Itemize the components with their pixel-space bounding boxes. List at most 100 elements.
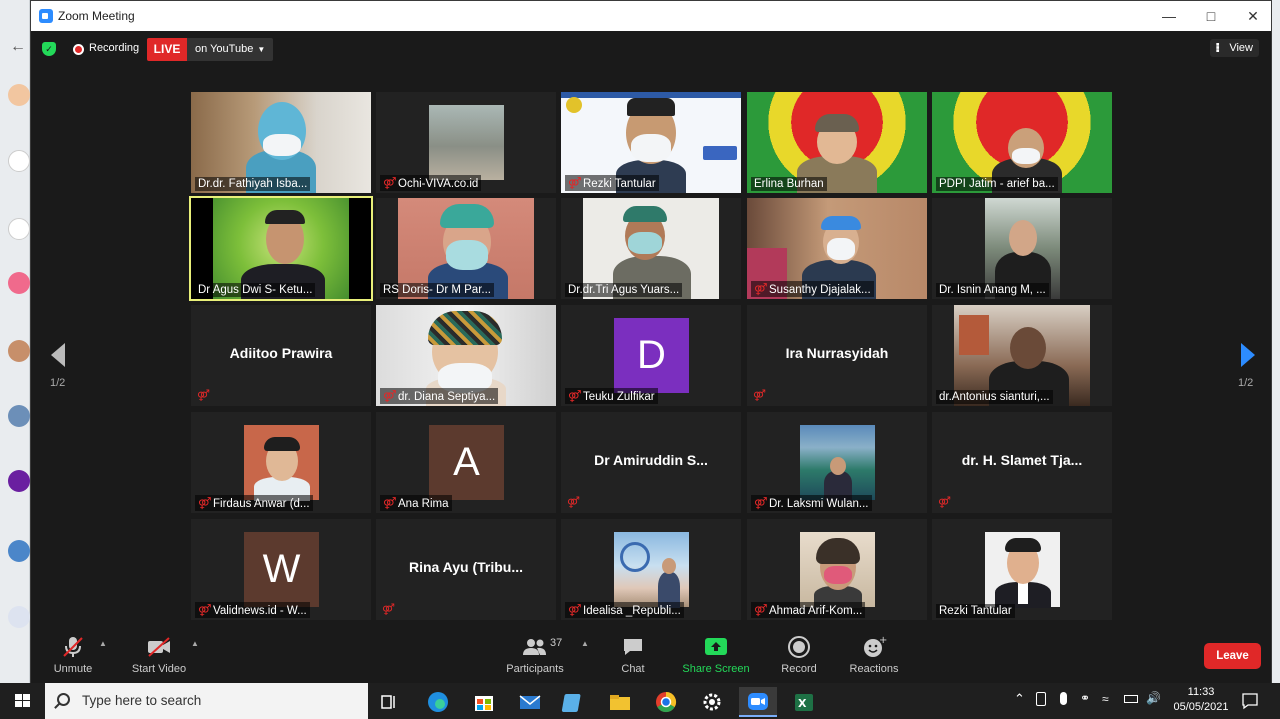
microsoft-store-icon[interactable] bbox=[465, 687, 503, 717]
participant-tile[interactable]: Dr.dr.Tri Agus Yuars... bbox=[561, 198, 741, 299]
muted-mic-icon bbox=[63, 637, 83, 657]
participant-name: Rezki Tantular bbox=[936, 604, 1015, 618]
participant-name: Dr.dr.Tri Agus Yuars... bbox=[565, 283, 683, 297]
meeting-toolbar: Unmute ▲ Start Video ▲ 37 Participants ▲… bbox=[31, 629, 1271, 684]
share-screen-button[interactable]: Share Screen bbox=[676, 635, 756, 675]
taskbar-search-input[interactable]: Type here to search bbox=[45, 683, 368, 719]
caret-down-icon: ▼ bbox=[257, 45, 266, 54]
participant-tile[interactable]: ⚤Dr. Laksmi Wulan... bbox=[747, 412, 927, 513]
meeting-top-bar: ✓ Recording LIVE on YouTube ▼ View bbox=[31, 31, 1271, 69]
app-icon[interactable] bbox=[8, 84, 30, 106]
show-hidden-icons-chevron-icon[interactable]: ⌃ bbox=[1014, 691, 1025, 707]
taskbar-clock[interactable]: 11:33 05/05/2021 bbox=[1166, 685, 1236, 715]
participant-tile[interactable]: Rezki Tantular bbox=[932, 519, 1112, 620]
participant-avatar: D bbox=[614, 318, 689, 393]
participant-tile[interactable]: PDPI Jatim - arief ba... bbox=[932, 92, 1112, 193]
action-center-icon[interactable] bbox=[1240, 683, 1260, 719]
participant-tile[interactable]: Dr Amiruddin S... ⚤ bbox=[561, 412, 741, 513]
participant-tile[interactable]: ⚤Firdaus Anwar (d... bbox=[191, 412, 371, 513]
participant-video bbox=[614, 532, 689, 608]
back-arrow-icon[interactable]: ← bbox=[10, 38, 26, 56]
participant-tile[interactable]: ⚤Rezki Tantular bbox=[561, 92, 741, 193]
participant-tile[interactable]: ⚤Susanthy Djajalak... bbox=[747, 198, 927, 299]
battery-icon[interactable] bbox=[1124, 695, 1138, 703]
start-video-button[interactable]: Start Video bbox=[119, 635, 199, 675]
page-indicator-right: 1/2 bbox=[1238, 377, 1254, 389]
participant-tile[interactable]: Ira Nurrasyidah ⚤ bbox=[747, 305, 927, 406]
audio-options-caret-icon[interactable]: ▲ bbox=[99, 639, 107, 648]
background-browser-sidebar: ← bbox=[0, 0, 30, 683]
participant-name: Dr Agus Dwi S- Ketu... bbox=[195, 283, 316, 297]
participant-name: RS Doris- Dr M Par... bbox=[380, 283, 494, 297]
chat-button[interactable]: Chat bbox=[593, 635, 673, 675]
record-button[interactable]: Record bbox=[759, 635, 839, 675]
app-icon[interactable] bbox=[8, 606, 30, 628]
previous-page-arrow-icon[interactable] bbox=[47, 337, 69, 373]
participant-tile[interactable]: ⚤dr. Diana Septiya... bbox=[376, 305, 556, 406]
participant-tile[interactable]: dr.Antonius sianturi,... bbox=[932, 305, 1112, 406]
participant-tile-active-speaker[interactable]: Dr Agus Dwi S- Ketu... bbox=[189, 196, 373, 301]
participant-tile[interactable]: W ⚤Validnews.id - W... bbox=[191, 519, 371, 620]
minimize-button[interactable]: — bbox=[1151, 5, 1187, 27]
participant-tile[interactable]: Dr. Isnin Anang M, ... bbox=[932, 198, 1112, 299]
notes-app-icon[interactable] bbox=[555, 687, 593, 717]
security-shield-icon[interactable]: ✓ bbox=[42, 42, 56, 56]
youtube-stream-dropdown[interactable]: on YouTube ▼ bbox=[187, 38, 273, 61]
participant-tile[interactable]: A ⚤Ana Rima bbox=[376, 412, 556, 513]
app-icon[interactable] bbox=[8, 218, 30, 240]
muted-mic-icon: ⚤ bbox=[198, 605, 212, 617]
video-options-caret-icon[interactable]: ▲ bbox=[191, 639, 199, 648]
participant-tile[interactable]: ⚤Ochi-VIVA.co.id bbox=[376, 92, 556, 193]
edge-browser-icon[interactable] bbox=[419, 687, 457, 717]
reactions-button[interactable]: + Reactions bbox=[834, 635, 914, 675]
muted-mic-icon: ⚤ bbox=[383, 178, 397, 190]
mail-icon[interactable] bbox=[511, 687, 549, 717]
participant-tile[interactable]: dr. H. Slamet Tja... ⚤ bbox=[932, 412, 1112, 513]
windows-taskbar: Type here to search X ⌃ ⚭ ≈ 🔊 11:33 05/0… bbox=[0, 683, 1280, 719]
maximize-button[interactable]: □ bbox=[1193, 5, 1229, 27]
wifi-icon[interactable]: ≈ bbox=[1102, 692, 1109, 706]
participant-tile[interactable]: D ⚤Teuku Zulfikar bbox=[561, 305, 741, 406]
system-tray: ⌃ ⚭ ≈ 🔊 bbox=[1010, 683, 1166, 719]
participants-button[interactable]: 37 Participants bbox=[495, 635, 575, 675]
start-button[interactable] bbox=[0, 683, 45, 719]
chrome-icon[interactable] bbox=[647, 687, 685, 717]
app-icon[interactable] bbox=[8, 340, 30, 362]
participants-caret-icon[interactable]: ▲ bbox=[581, 639, 589, 648]
clock-date: 05/05/2021 bbox=[1173, 701, 1229, 713]
meeting-tray-icon[interactable] bbox=[1036, 692, 1046, 706]
volume-icon[interactable]: 🔊 bbox=[1146, 691, 1161, 705]
participant-tile[interactable]: Rina Ayu (Tribu... ⚤ bbox=[376, 519, 556, 620]
participant-tile[interactable]: Erlina Burhan bbox=[747, 92, 927, 193]
svg-text:+: + bbox=[879, 635, 887, 646]
app-icon[interactable] bbox=[8, 470, 30, 492]
app-icon[interactable] bbox=[8, 540, 30, 562]
participant-tile[interactable]: ⚤Ahmad Arif-Kom... bbox=[747, 519, 927, 620]
file-explorer-icon[interactable] bbox=[601, 687, 639, 717]
participant-tile[interactable]: ⚤Idealisa _Republi... bbox=[561, 519, 741, 620]
zoom-app-icon[interactable] bbox=[739, 687, 777, 717]
participant-video bbox=[800, 425, 875, 501]
next-page-arrow-icon[interactable] bbox=[1237, 337, 1259, 373]
app-icon[interactable] bbox=[8, 272, 30, 294]
view-button[interactable]: View bbox=[1210, 39, 1259, 57]
participant-video bbox=[985, 532, 1060, 608]
muted-mic-icon: ⚤ bbox=[754, 284, 768, 296]
app-icon[interactable] bbox=[8, 150, 30, 172]
close-button[interactable]: ✕ bbox=[1235, 5, 1271, 27]
app-icon[interactable] bbox=[8, 405, 30, 427]
leave-button[interactable]: Leave bbox=[1204, 643, 1261, 669]
participants-icon bbox=[523, 639, 546, 655]
participant-tile[interactable]: Adiitoo Prawira ⚤ bbox=[191, 305, 371, 406]
zoom-window: Zoom Meeting — □ ✕ ✓ Recording LIVE on Y… bbox=[30, 0, 1272, 684]
participant-name-large: Adiitoo Prawira bbox=[229, 345, 333, 361]
participant-tile[interactable]: RS Doris- Dr M Par... bbox=[376, 198, 556, 299]
settings-gear-icon[interactable] bbox=[693, 687, 731, 717]
task-view-icon[interactable] bbox=[371, 687, 409, 717]
participant-tile[interactable]: Dr.dr. Fathiyah Isba... bbox=[191, 92, 371, 193]
network-offline-icon[interactable]: ⚭ bbox=[1080, 691, 1090, 705]
microphone-tray-icon[interactable] bbox=[1060, 692, 1067, 705]
excel-icon[interactable]: X bbox=[785, 687, 823, 717]
participant-name-large: Ira Nurrasyidah bbox=[785, 345, 889, 361]
screen: ← Zoom Meeting — □ ✕ ✓ Recording LIVE on… bbox=[0, 0, 1280, 719]
